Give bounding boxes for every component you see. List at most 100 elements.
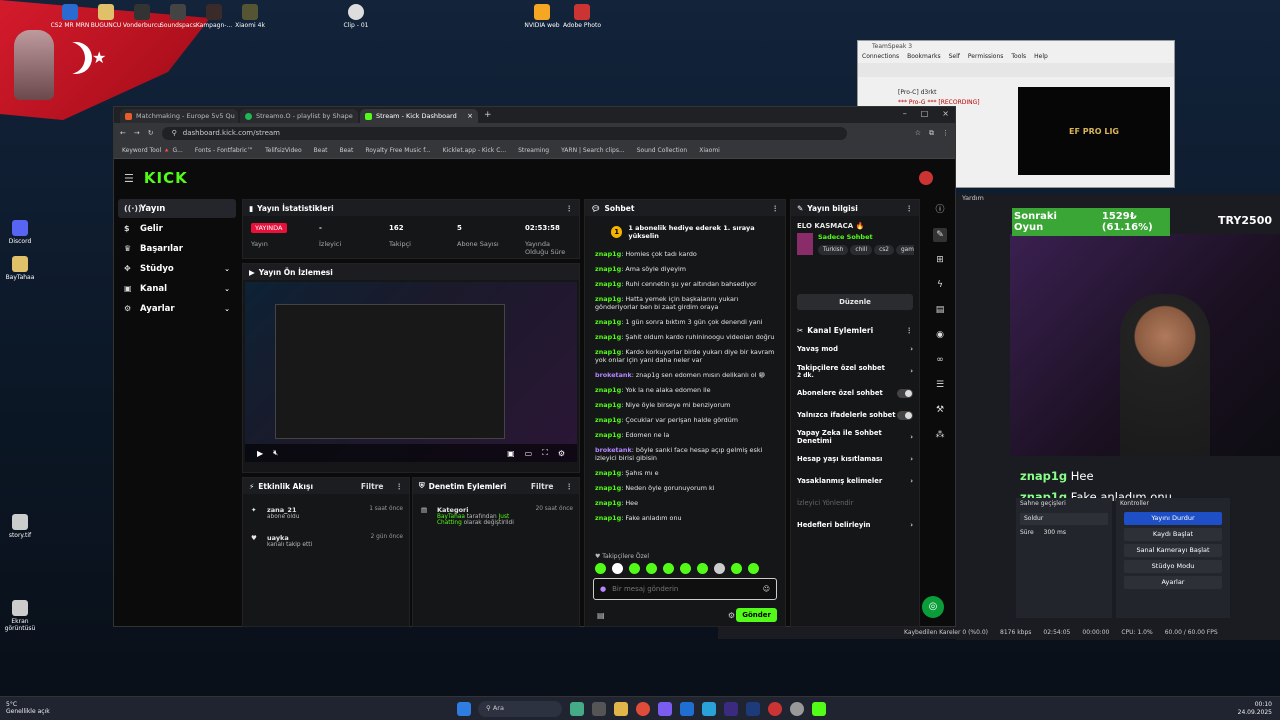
- kick-logo[interactable]: KICK: [144, 169, 188, 187]
- desktop-icon[interactable]: Discord: [0, 220, 44, 245]
- opera-icon[interactable]: [768, 702, 782, 716]
- desktop-icon[interactable]: story.tif: [0, 514, 44, 539]
- chat-username[interactable]: znap1g: [595, 401, 621, 409]
- nav-item-kanal[interactable]: ▣ Kanal ⌄: [118, 279, 236, 298]
- ts-menu-item[interactable]: Self: [949, 53, 960, 63]
- nav-item-yayin[interactable]: ((·)) Yayın: [118, 199, 236, 218]
- layout-icon[interactable]: ⊞: [933, 253, 947, 267]
- kick-app-icon[interactable]: [812, 702, 826, 716]
- channel-setting-row[interactable]: Hesap yaşı kısıtlaması ›: [791, 448, 919, 470]
- browser-tab-active[interactable]: Stream - Kick Dashboard ×: [360, 109, 478, 123]
- setting-toggle[interactable]: [897, 410, 913, 420]
- settings-icon[interactable]: ⚙: [558, 449, 565, 458]
- tag[interactable]: cs2: [874, 245, 894, 255]
- tag[interactable]: Turkish: [818, 245, 849, 255]
- list-icon[interactable]: ☰: [933, 378, 947, 392]
- nav-item-gelir[interactable]: $ Gelir: [118, 219, 236, 238]
- desktop-icon[interactable]: Ekran görüntüsü: [0, 600, 44, 632]
- start-recording-button[interactable]: Kaydı Başlat: [1124, 528, 1222, 541]
- chat-username[interactable]: znap1g: [595, 318, 621, 326]
- menu-dots-icon[interactable]: ⋮: [942, 129, 949, 137]
- emote-icon[interactable]: [697, 563, 708, 574]
- url-input[interactable]: ⚲ dashboard.kick.com/stream: [161, 126, 847, 140]
- support-chat-icon[interactable]: ◎: [922, 596, 944, 618]
- minimize-icon[interactable]: –: [903, 109, 907, 118]
- channel-setting-row[interactable]: Yasaklanmış kelimeler ›: [791, 470, 919, 492]
- premiere-icon[interactable]: [724, 702, 738, 716]
- close-icon[interactable]: ×: [467, 112, 473, 120]
- stream-preview-video[interactable]: ▶ 🔇︎ ▣ ▭ ⛶ ⚙: [245, 282, 577, 462]
- emote-icon[interactable]: [629, 563, 640, 574]
- wrench-icon[interactable]: ⚒: [933, 403, 947, 417]
- maximize-icon[interactable]: □: [921, 109, 929, 118]
- bookmark-item[interactable]: Beat: [340, 147, 354, 154]
- moderation-filter-button[interactable]: Filtre: [531, 482, 554, 491]
- chat-settings-icon[interactable]: ⚙: [728, 611, 735, 620]
- setting-toggle[interactable]: [897, 388, 913, 398]
- chat-username[interactable]: znap1g: [595, 386, 621, 394]
- send-button[interactable]: Gönder: [736, 608, 777, 622]
- close-window-icon[interactable]: ×: [942, 109, 949, 118]
- more-icon[interactable]: ⋮: [566, 482, 574, 491]
- hamburger-icon[interactable]: ☰: [124, 172, 134, 185]
- bookmark-item[interactable]: Sound Collection: [637, 147, 687, 154]
- obs-settings-button[interactable]: Ayarlar: [1124, 576, 1222, 589]
- bookmark-item[interactable]: Keyword Tool 🔺 G...: [122, 147, 183, 154]
- photoshop-icon[interactable]: [746, 702, 760, 716]
- back-icon[interactable]: ←: [120, 129, 126, 137]
- bookmark-item[interactable]: Kicklet.app - Kick C...: [443, 147, 506, 154]
- desktop-icon[interactable]: Xiaomi 4k: [226, 4, 274, 29]
- widgets-icon[interactable]: [570, 702, 584, 716]
- clock[interactable]: 00:10 24.09.2025: [1238, 701, 1272, 717]
- file-explorer-icon[interactable]: [614, 702, 628, 716]
- chat-input[interactable]: [612, 585, 757, 593]
- tag[interactable]: chill: [850, 245, 873, 255]
- nav-item-ayarlar[interactable]: ⚙ Ayarlar ⌄: [118, 299, 236, 318]
- duration-input[interactable]: 300 ms: [1044, 529, 1066, 536]
- emote-icon[interactable]: [595, 563, 606, 574]
- ts-menu-item[interactable]: Connections: [862, 53, 899, 63]
- stop-stream-button[interactable]: Yayını Durdur: [1124, 512, 1222, 525]
- channel-setting-row[interactable]: Abonelere özel sohbet: [791, 382, 919, 404]
- desktop-icon[interactable]: BayTahaa: [0, 256, 44, 281]
- chat-username[interactable]: broketank: [595, 371, 632, 379]
- teams-icon[interactable]: [702, 702, 716, 716]
- edit-icon[interactable]: ✎: [933, 228, 947, 242]
- apps-icon[interactable]: ⁂: [933, 428, 947, 442]
- chat-bubble-icon[interactable]: ◉: [933, 328, 947, 342]
- chat-username[interactable]: znap1g: [595, 469, 621, 477]
- outlook-icon[interactable]: [680, 702, 694, 716]
- more-icon[interactable]: ⋮: [772, 204, 780, 213]
- close-icon[interactable]: ×: [357, 112, 358, 120]
- chat-username[interactable]: znap1g: [595, 333, 621, 341]
- emote-icon[interactable]: [663, 563, 674, 574]
- tag[interactable]: gami: [896, 245, 914, 255]
- task-view-icon[interactable]: [592, 702, 606, 716]
- ts-menu-item[interactable]: Help: [1034, 53, 1048, 63]
- channel-setting-row[interactable]: Yapay Zeka ile Sohbet Denetimi ›: [791, 426, 919, 448]
- bookmark-item[interactable]: Fonts - Fontfabric™: [195, 147, 253, 154]
- fullscreen-icon[interactable]: ⛶: [542, 448, 548, 458]
- chat-username[interactable]: broketank: [595, 446, 632, 454]
- emoji-icon[interactable]: ☺: [763, 585, 770, 593]
- windows-start-icon[interactable]: [457, 702, 471, 716]
- avatar[interactable]: [919, 171, 933, 185]
- emote-icon[interactable]: [680, 563, 691, 574]
- document-icon[interactable]: ▤: [933, 303, 947, 317]
- mute-icon[interactable]: 🔇︎: [273, 448, 278, 458]
- chat-username[interactable]: znap1g: [595, 416, 621, 424]
- emote-icon[interactable]: [646, 563, 657, 574]
- activity-filter-button[interactable]: Filtre: [361, 482, 384, 491]
- chat-username[interactable]: znap1g: [595, 484, 621, 492]
- category-link[interactable]: Sadece Sohbet: [818, 233, 914, 241]
- weather-widget[interactable]: 5°C Genellikle açık: [6, 701, 50, 715]
- ts-menu-item[interactable]: Permissions: [968, 53, 1004, 63]
- nav-item-basarilar[interactable]: ♛ Başarılar: [118, 239, 236, 258]
- ts-channel[interactable]: *** Pro-G *** [RECORDING]: [898, 99, 980, 106]
- obs-icon[interactable]: [790, 702, 804, 716]
- pinned-gift-banner[interactable]: 1 1 abonelik hediye ederek 1. sıraya yüks…: [591, 222, 779, 242]
- theater-icon[interactable]: ▭: [525, 449, 533, 458]
- link-icon[interactable]: ∞: [933, 353, 947, 367]
- forward-icon[interactable]: →: [134, 129, 140, 137]
- copilot-icon[interactable]: [658, 702, 672, 716]
